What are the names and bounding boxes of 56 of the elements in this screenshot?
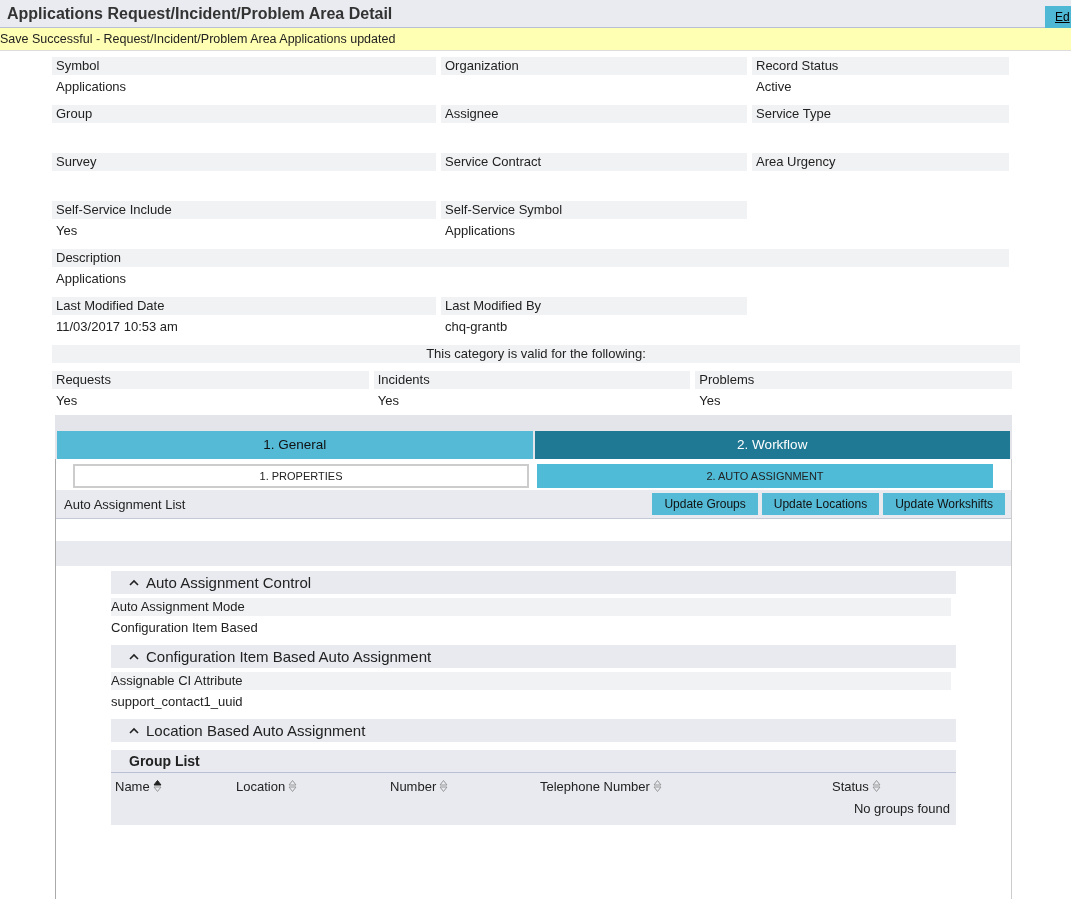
field-label: Requests [52,371,369,389]
field-value: Yes [56,223,78,238]
field-label: Self-Service Symbol [441,201,747,219]
section-title: Auto Assignment Control [146,574,312,591]
field-label: Area Urgency [752,153,1009,171]
section-header[interactable]: Auto Assignment Control [111,571,956,594]
field-label: Group [52,105,436,123]
success-message: Save Successful - Request/Incident/Problem Area Applications updated [0,28,1071,51]
field-label: Last Modified By [441,297,747,315]
section-title: Location Based Auto Assignment [146,722,366,739]
field-label: Record Status [752,57,1009,75]
column-header[interactable]: Status [832,778,881,794]
page-title: Applications Request/Incident/Problem Area Detail [7,4,393,23]
field-label: Self-Service Include [52,201,436,219]
field-value: Yes [377,393,399,408]
tab[interactable]: 1. General [57,431,533,459]
field-label: Incidents [373,371,691,389]
validity-heading: This category is valid for the following: [52,345,1020,363]
column-header[interactable]: Location [236,778,390,794]
field-value: Yes [56,393,78,408]
section-title: Configuration Item Based Auto Assignment [146,648,432,665]
tab[interactable]: 2. Workflow [534,431,1010,459]
field-label: Survey [52,153,436,171]
field-label: Service Type [752,105,1009,123]
field-label: Problems [695,371,1012,389]
field-value: Configuration Item Based [111,620,258,635]
field-label: Assignable CI Attribute [111,672,951,690]
field-label: Auto Assignment Mode [111,598,951,616]
section-header[interactable]: Location Based Auto Assignment [111,719,956,742]
field-value: 11/03/2017 10:53 am [56,319,178,334]
empty-message: No groups found [853,801,950,816]
group-list-title: Group List [111,750,956,773]
field-value: Applications [56,79,127,94]
update-button[interactable]: Update Workshifts [883,493,1005,515]
section-header[interactable]: Configuration Item Based Auto Assignment [111,645,956,668]
field-value: support_contact1_uuid [111,694,243,709]
field-label: Assignee [441,105,747,123]
field-label: Description [52,249,1009,267]
field-value: Applications [445,223,516,238]
subtab[interactable]: 2. AUTO ASSIGNMENT [537,464,993,488]
subtab[interactable]: 1. PROPERTIES [73,464,529,488]
update-button[interactable]: Update Locations [761,493,880,515]
column-header[interactable]: Number [390,778,540,794]
field-label: Symbol [52,57,436,75]
field-label: Organization [441,57,747,75]
edit-button[interactable]: Ed [1045,5,1071,28]
field-value: Applications [56,271,127,286]
field-value: Active [756,79,792,94]
column-header[interactable]: Telephone Number [540,778,832,794]
list-title: Auto Assignment List [64,496,186,512]
column-header[interactable]: Name [115,778,236,794]
field-label: Service Contract [441,153,747,171]
field-value: chq-grantb [445,319,508,334]
field-label: Last Modified Date [52,297,436,315]
field-value: Yes [699,393,721,408]
update-button[interactable]: Update Groups [652,493,758,515]
